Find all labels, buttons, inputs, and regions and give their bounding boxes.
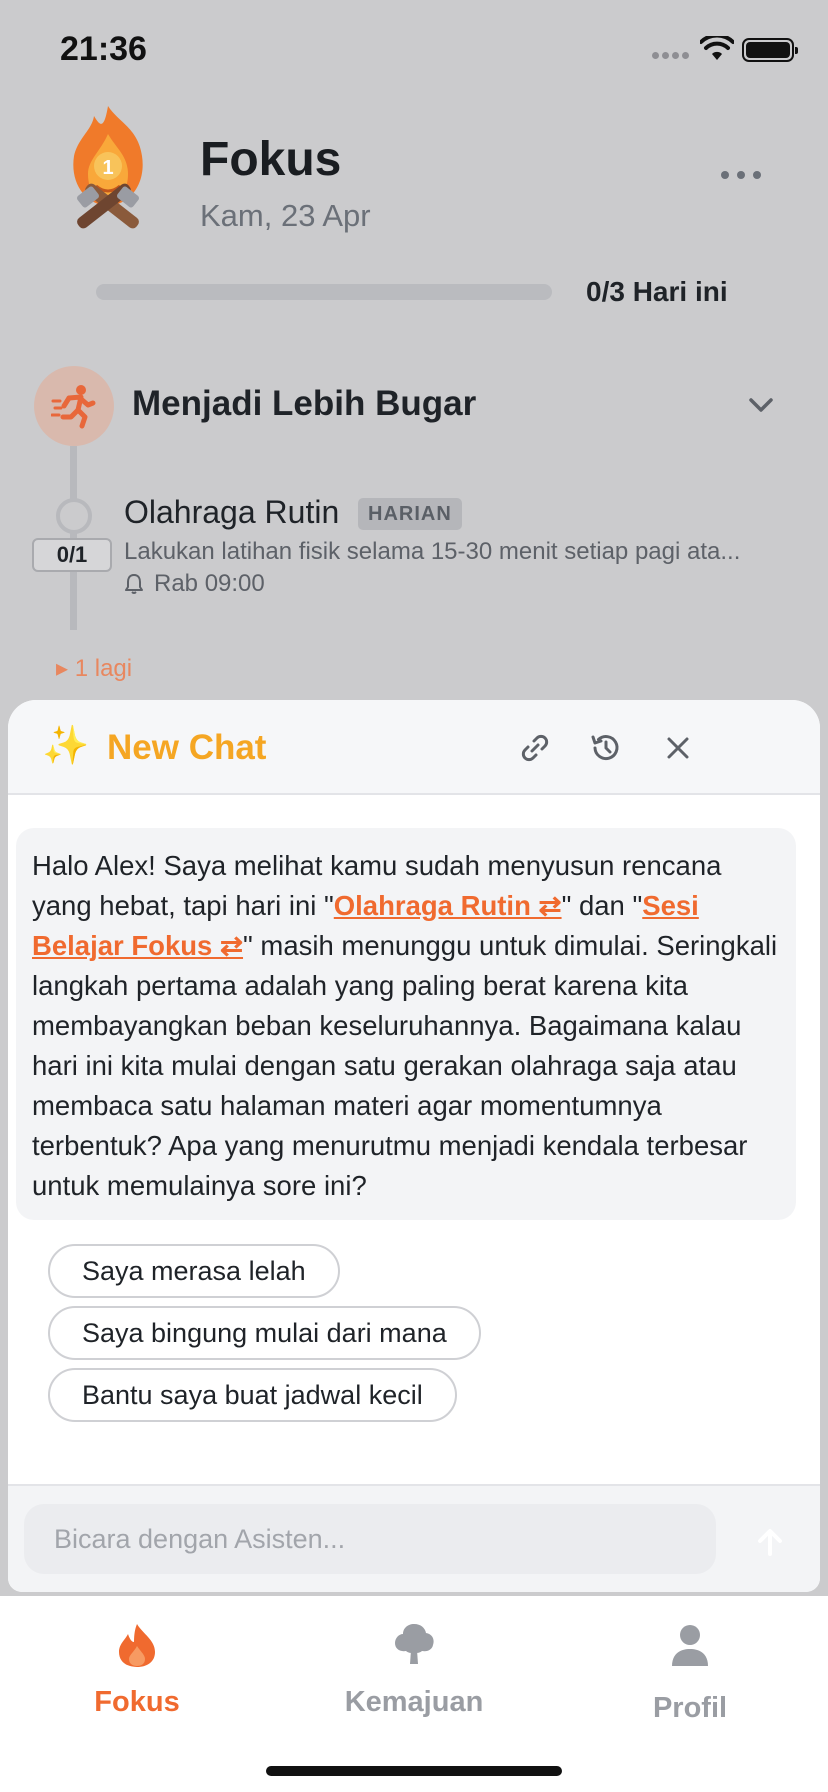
tab-kemajuan[interactable]: Kemajuan	[284, 1596, 544, 1736]
link-icon	[521, 734, 549, 762]
show-more-link[interactable]: ▸ 1 lagi	[56, 654, 132, 683]
tree-icon	[395, 1624, 434, 1664]
chat-sheet: ✨ New Chat Halo Alex! Saya melihat kamu …	[8, 700, 820, 1592]
tab-bar: Fokus Kemajuan Profil	[0, 1596, 828, 1792]
link-button[interactable]	[515, 728, 555, 768]
chat-input[interactable]: Bicara dengan Asisten...	[24, 1504, 716, 1574]
goal-title: Menjadi Lebih Bugar	[132, 384, 477, 423]
more-options-button[interactable]	[716, 160, 766, 190]
history-icon	[591, 735, 619, 761]
daily-progress-label: 0/3 Hari ini	[586, 276, 728, 307]
dot-icon	[753, 171, 761, 179]
wifi-icon	[700, 36, 734, 60]
history-button[interactable]	[586, 728, 626, 768]
send-arrow-icon[interactable]	[750, 1522, 790, 1562]
dot-icon	[737, 171, 745, 179]
status-bar: 21:36	[0, 0, 828, 100]
close-button[interactable]	[658, 728, 698, 768]
close-icon	[667, 737, 689, 759]
suggestion-chip[interactable]: Saya bingung mulai dari mana	[48, 1306, 481, 1360]
person-icon	[672, 1625, 708, 1666]
suggestion-chip[interactable]: Saya merasa lelah	[48, 1244, 340, 1298]
habit-frequency-tag: HARIAN	[358, 498, 462, 530]
sparkle-icon: ✨	[42, 725, 90, 767]
chevron-down-icon[interactable]	[746, 394, 776, 416]
page-title: Fokus	[200, 133, 342, 186]
chat-input-area: Bicara dengan Asisten...	[8, 1484, 820, 1592]
bell-icon	[125, 574, 143, 594]
signal-icon	[652, 52, 692, 62]
message-text: " masih menunggu untuk dimulai. Seringka…	[32, 930, 778, 1201]
habit-count-badge: 0/1	[32, 538, 112, 572]
habit-checkbox[interactable]	[56, 498, 92, 534]
habit-description: Lakukan latihan fisik selama 15-30 menit…	[124, 538, 741, 565]
daily-progress-bar	[96, 284, 552, 300]
dot-icon	[721, 171, 729, 179]
habit-reminder: Rab 09:00	[124, 570, 265, 598]
tab-fokus[interactable]: Fokus	[7, 1596, 267, 1736]
chat-header: ✨ New Chat	[8, 700, 820, 795]
habit-name[interactable]: Olahraga Rutin	[124, 494, 339, 531]
tab-profil[interactable]: Profil	[560, 1596, 820, 1736]
message-text: " dan "	[561, 890, 643, 921]
assistant-message: Halo Alex! Saya melihat kamu sudah menyu…	[16, 828, 796, 1220]
tab-label: Kemajuan	[344, 1686, 484, 1718]
flame-icon	[119, 1624, 155, 1667]
running-person-icon	[51, 385, 96, 429]
tab-label: Profil	[652, 1692, 728, 1724]
goal-icon	[34, 366, 114, 446]
campfire-mascot-icon: 1	[73, 106, 143, 229]
tab-label: Fokus	[94, 1686, 180, 1718]
chat-title: New Chat	[107, 728, 267, 767]
habit-reminder-time: Rab 09:00	[154, 570, 265, 597]
mascot-level: 1	[102, 157, 113, 179]
page-date: Kam, 23 Apr	[200, 198, 371, 233]
battery-icon	[742, 38, 798, 62]
habit-link-olahraga-rutin[interactable]: Olahraga Rutin ⇄	[334, 890, 562, 921]
suggestion-chip[interactable]: Bantu saya buat jadwal kecil	[48, 1368, 457, 1422]
status-time: 21:36	[60, 30, 147, 68]
home-indicator	[266, 1766, 562, 1776]
